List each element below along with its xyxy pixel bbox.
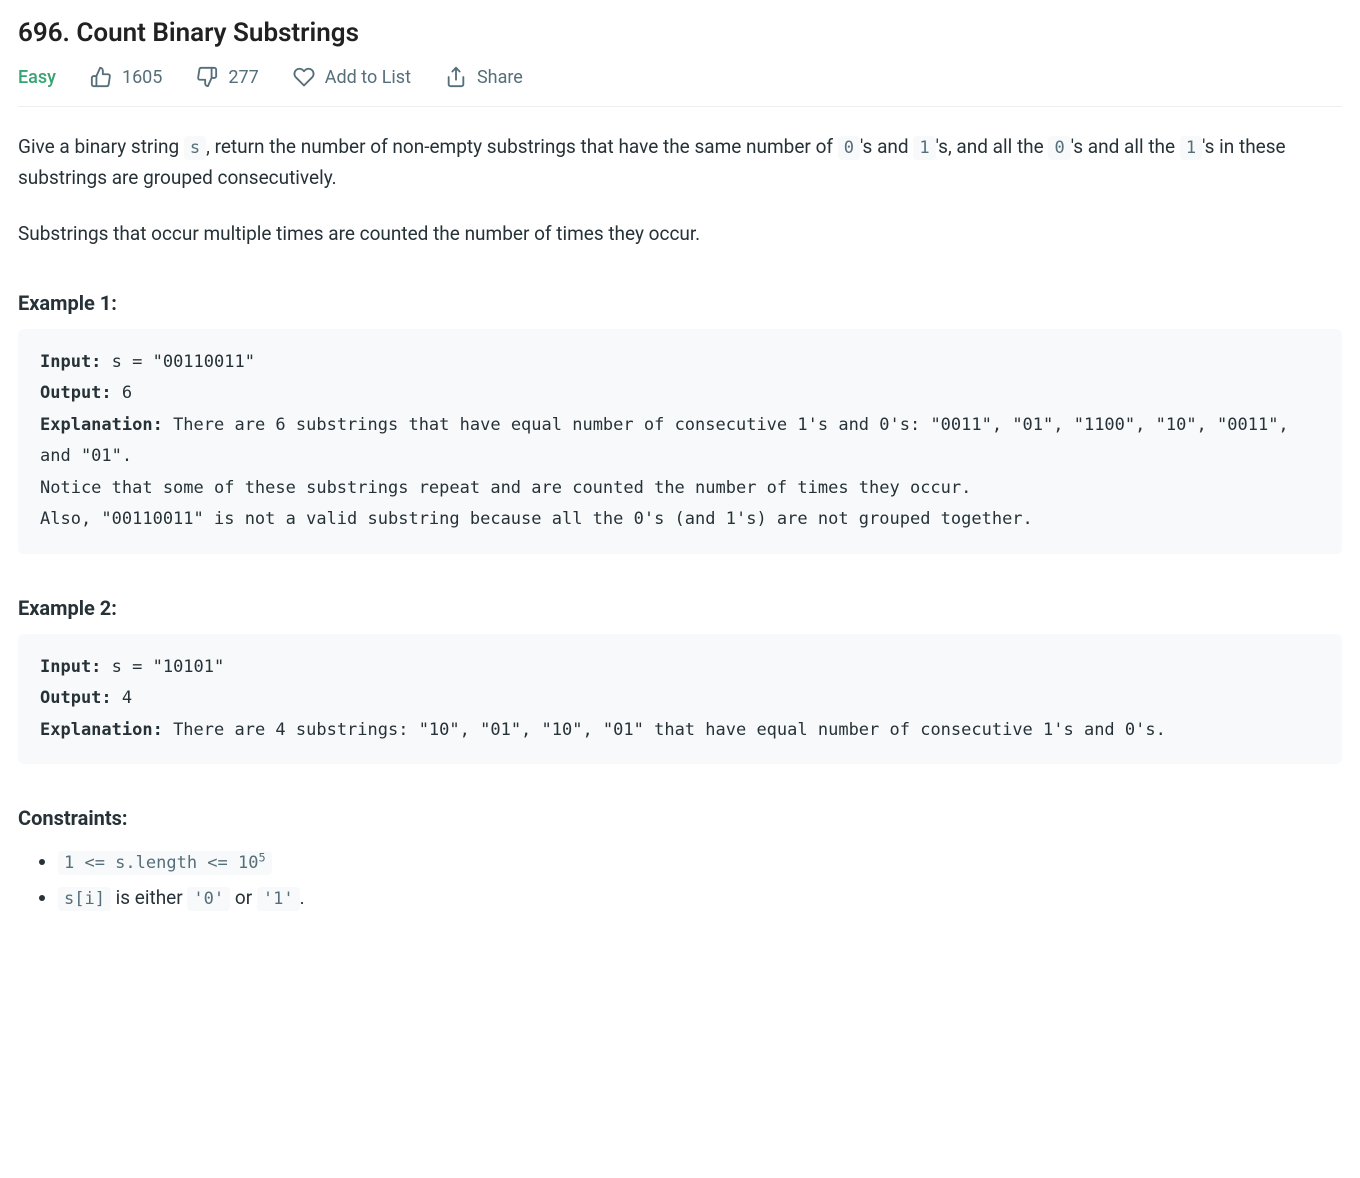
heart-icon bbox=[293, 66, 315, 88]
likes-count: 1605 bbox=[122, 67, 162, 88]
output-label: Output: bbox=[40, 383, 112, 403]
problem-title: 696. Count Binary Substrings bbox=[18, 18, 1342, 48]
code-0b: 0 bbox=[1048, 136, 1070, 160]
constraints-list: 1 <= s.length <= 105 s[i] is either '0' … bbox=[18, 844, 1342, 916]
add-to-list-button[interactable]: Add to List bbox=[293, 66, 411, 88]
description-paragraph-2: Substrings that occur multiple times are… bbox=[18, 218, 1342, 249]
thumbs-up-icon bbox=[90, 66, 112, 88]
code-1b: 1 bbox=[1180, 136, 1202, 160]
meta-row: Easy 1605 277 Add to List Share bbox=[18, 66, 1342, 107]
constraint-code: 1 <= s.length <= 105 bbox=[58, 851, 272, 875]
input-label: Input: bbox=[40, 352, 101, 372]
problem-description: Give a binary string s, return the numbe… bbox=[18, 131, 1342, 249]
add-to-list-label: Add to List bbox=[325, 67, 411, 88]
input-label: Input: bbox=[40, 657, 101, 677]
share-button[interactable]: Share bbox=[445, 66, 523, 88]
output-label: Output: bbox=[40, 688, 112, 708]
constraint-code: '1' bbox=[257, 887, 300, 911]
example-2-heading: Example 2: bbox=[18, 596, 1342, 620]
share-label: Share bbox=[477, 67, 523, 88]
code-s: s bbox=[184, 136, 206, 160]
explanation-label: Explanation: bbox=[40, 415, 163, 435]
description-paragraph-1: Give a binary string s, return the numbe… bbox=[18, 131, 1342, 194]
example-1-heading: Example 1: bbox=[18, 291, 1342, 315]
code-0: 0 bbox=[838, 136, 860, 160]
thumbs-down-icon bbox=[196, 66, 218, 88]
example-1-block: Input: s = "00110011" Output: 6 Explanat… bbox=[18, 329, 1342, 554]
constraint-item: s[i] is either '0' or '1'. bbox=[58, 880, 1342, 916]
code-1: 1 bbox=[913, 136, 935, 160]
like-button[interactable]: 1605 bbox=[90, 66, 162, 88]
dislikes-count: 277 bbox=[228, 67, 258, 88]
example-2-block: Input: s = "10101" Output: 4 Explanation… bbox=[18, 634, 1342, 764]
constraint-item: 1 <= s.length <= 105 bbox=[58, 844, 1342, 880]
constraints-heading: Constraints: bbox=[18, 806, 1342, 830]
constraint-code: s[i] bbox=[58, 887, 111, 911]
explanation-label: Explanation: bbox=[40, 720, 163, 740]
constraint-code: '0' bbox=[187, 887, 230, 911]
share-icon bbox=[445, 66, 467, 88]
dislike-button[interactable]: 277 bbox=[196, 66, 258, 88]
difficulty-label: Easy bbox=[18, 67, 56, 88]
